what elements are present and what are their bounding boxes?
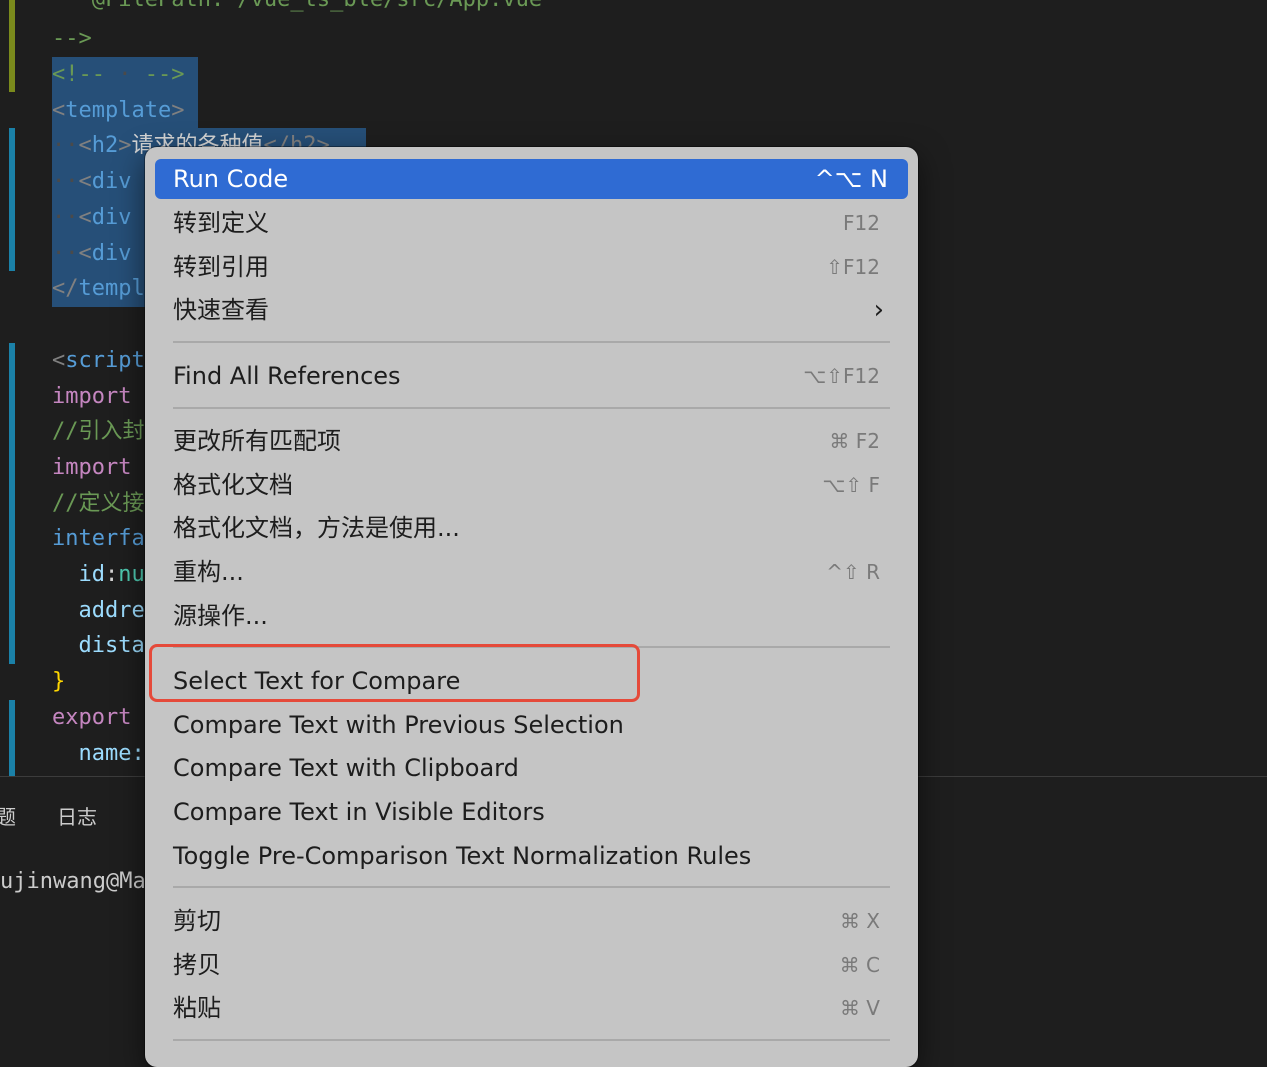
code-line: //引入封: [52, 419, 145, 444]
menu-item-refactor[interactable]: 重构... ^⇧ R: [155, 552, 908, 592]
annotation-highlight-box: [149, 644, 640, 702]
code-line: import: [52, 384, 132, 409]
code-token: div: [91, 169, 132, 194]
context-menu: Run Code ^⌥ N 转到定义 F12 转到引用 ⇧F12 快速查看 › …: [145, 147, 918, 1067]
menu-item-label: 转到定义: [173, 209, 269, 237]
menu-item-label: Compare Text with Clipboard: [173, 754, 519, 782]
code-line: <template>: [52, 93, 199, 129]
menu-item-paste[interactable]: 粘贴 ⌘ V: [155, 988, 908, 1028]
menu-item-shortcut: ⌥⇧F12: [803, 364, 880, 388]
chevron-right-icon: ›: [873, 295, 884, 325]
menu-item-label: 粘贴: [173, 994, 221, 1022]
menu-item-label: 转到引用: [173, 253, 269, 281]
code-line: dista: [52, 628, 145, 664]
code-token: div: [91, 241, 132, 266]
menu-item-label: 更改所有匹配项: [173, 427, 341, 455]
menu-item-compare-with-clipboard[interactable]: Compare Text with Clipboard: [155, 748, 908, 788]
code-line: name:: [52, 736, 145, 772]
code-line: ··<div: [52, 236, 152, 272]
code-token: div: [91, 205, 132, 230]
code-token: h2: [91, 133, 119, 158]
menu-item-format-document-with[interactable]: 格式化文档，方法是使用...: [155, 508, 908, 548]
menu-item-shortcut: ⌘ F2: [829, 429, 880, 453]
menu-item-label: 源操作...: [173, 602, 268, 630]
menu-item-compare-visible-editors[interactable]: Compare Text in Visible Editors: [155, 792, 908, 832]
menu-item-label: Run Code: [173, 165, 289, 193]
code-line: addre: [52, 593, 145, 629]
code-line: interfa: [52, 526, 145, 551]
code-line: id:nu: [78, 562, 145, 587]
menu-item-shortcut: ⌘ V: [839, 996, 880, 1020]
menu-item-shortcut: ⌘ X: [839, 909, 880, 933]
menu-separator: [173, 341, 890, 343]
tab-log[interactable]: 日志: [57, 801, 97, 830]
menu-item-label: 重构...: [173, 558, 244, 586]
gutter-modified-bar: [9, 0, 15, 92]
code-line: <script: [52, 348, 145, 373]
terminal-prompt[interactable]: ujinwang@Mac: [0, 869, 159, 894]
menu-item-shortcut: ^⇧ R: [826, 560, 880, 584]
code-token: <!--: [52, 62, 105, 87]
menu-item-format-document[interactable]: 格式化文档 ⌥⇧ F: [155, 465, 908, 505]
code-token: dista: [78, 633, 145, 658]
code-token: script: [65, 348, 145, 373]
menu-item-go-to-definition[interactable]: 转到定义 F12: [155, 203, 908, 243]
menu-item-go-to-references[interactable]: 转到引用 ⇧F12: [155, 247, 908, 287]
menu-item-copy[interactable]: 拷贝 ⌘ C: [155, 945, 908, 985]
gutter-added-bar: [9, 700, 15, 776]
code-line: ··<div: [52, 164, 152, 200]
tab-problems[interactable]: 题: [0, 801, 16, 830]
menu-item-label: 格式化文档，方法是使用...: [173, 514, 460, 542]
menu-separator: [173, 407, 890, 409]
code-line: ··<div: [52, 200, 152, 236]
menu-item-shortcut: ⌘ C: [839, 953, 880, 977]
menu-separator: [173, 886, 890, 888]
menu-item-find-all-references[interactable]: Find All References ⌥⇧F12: [155, 356, 908, 396]
menu-item-shortcut: ⇧F12: [826, 255, 880, 279]
code-token: nu: [118, 562, 145, 587]
code-token: template: [65, 98, 172, 123]
menu-item-source-action[interactable]: 源操作...: [155, 596, 908, 636]
code-line: }: [52, 669, 66, 694]
menu-item-label: Compare Text with Previous Selection: [173, 711, 624, 739]
menu-item-label: 格式化文档: [173, 471, 293, 499]
code-line: </templ: [52, 271, 152, 307]
code-line: <!-- · -->: [52, 57, 199, 93]
menu-item-label: Compare Text in Visible Editors: [173, 798, 545, 826]
code-token: templ: [78, 276, 145, 301]
code-token: -->: [144, 62, 185, 87]
code-line: -->: [52, 26, 92, 51]
menu-item-shortcut: F12: [843, 211, 880, 235]
menu-item-shortcut: ⌥⇧ F: [822, 473, 880, 497]
code-token: id: [78, 562, 106, 587]
gutter-added-bar: [9, 128, 15, 271]
code-token: addre: [78, 598, 145, 623]
menu-item-toggle-normalization[interactable]: Toggle Pre-Comparison Text Normalization…: [155, 836, 908, 876]
menu-item-label: Find All References: [173, 362, 401, 390]
menu-item-shortcut: ^⌥ N: [814, 165, 888, 193]
menu-item-cut[interactable]: 剪切 ⌘ X: [155, 901, 908, 941]
code-line: import: [52, 455, 132, 480]
code-line: export: [52, 705, 132, 730]
code-line: //定义接: [52, 491, 145, 516]
menu-item-label: 剪切: [173, 907, 221, 935]
menu-item-compare-with-previous[interactable]: Compare Text with Previous Selection: [155, 705, 908, 745]
code-token: name:: [78, 741, 145, 766]
menu-item-label: 拷贝: [173, 951, 221, 979]
menu-item-change-all-occurrences[interactable]: 更改所有匹配项 ⌘ F2: [155, 421, 908, 461]
code-token: ·: [104, 62, 145, 87]
menu-separator: [173, 1039, 890, 1041]
menu-item-label: Toggle Pre-Comparison Text Normalization…: [173, 842, 752, 870]
code-line: * @FilePath: /vue_ts_ble/src/App.vue: [52, 0, 542, 18]
menu-item-label: 快速查看: [173, 296, 269, 324]
menu-item-peek[interactable]: 快速查看 ›: [155, 290, 908, 330]
menu-item-run-code[interactable]: Run Code ^⌥ N: [155, 159, 908, 199]
gutter-added-bar: [9, 343, 15, 664]
